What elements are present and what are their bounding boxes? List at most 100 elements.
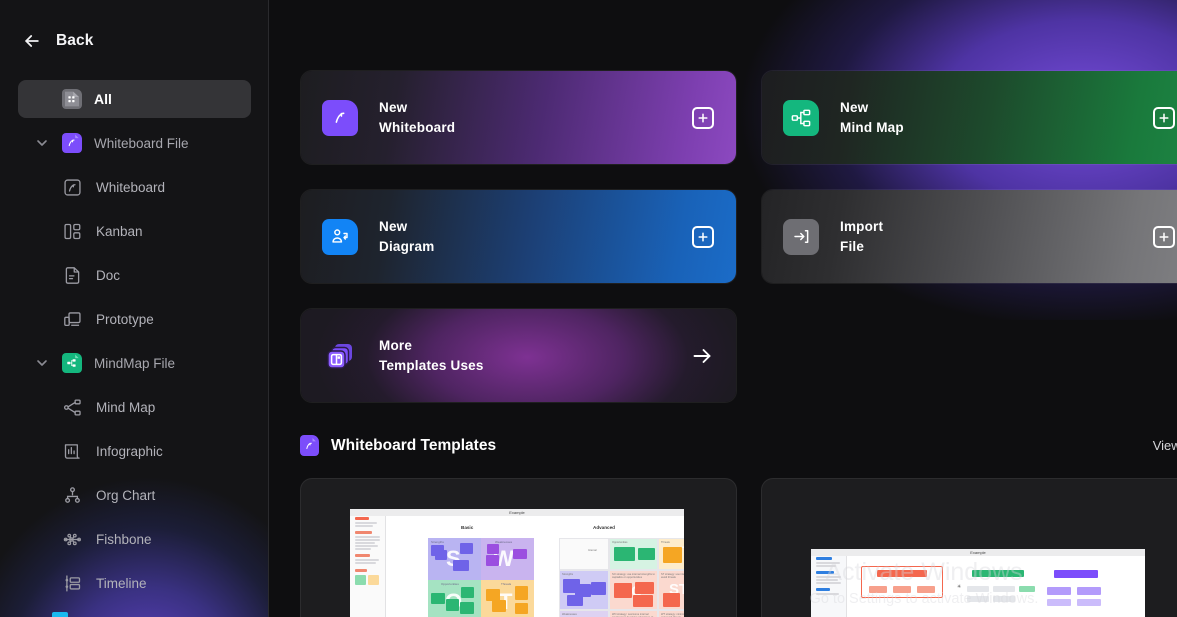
adv-cell-header: Opportunities: [612, 540, 628, 544]
mini-title-bar: [355, 569, 367, 572]
page-title: Whiteboard Templates: [331, 436, 497, 454]
orgchart-mini-preview: Example ✳: [811, 549, 1145, 617]
import-file-card[interactable]: Import File: [761, 189, 1177, 284]
adv-cell-header: ST strategy: use internal strengths to a…: [661, 572, 684, 579]
sidebar-item-doc[interactable]: Doc: [18, 256, 251, 294]
mini-note: [513, 549, 527, 559]
kanban-icon: [62, 221, 83, 242]
more-templates-card[interactable]: More Templates Uses: [300, 308, 737, 403]
mini-note: [663, 547, 682, 563]
back-button[interactable]: Back: [0, 20, 269, 61]
plus-icon[interactable]: [1153, 225, 1175, 248]
mini-node: [972, 570, 1024, 577]
adv-cell-wt: WT strategy: minimize weaknesses and avo…: [658, 610, 684, 617]
mini-group-box: [861, 566, 943, 598]
mini-note: [431, 593, 445, 604]
view-all-link[interactable]: View All: [1153, 438, 1177, 453]
more-templates-line2: Templates Uses: [379, 358, 484, 373]
mini-line: [355, 536, 380, 538]
sidebar-bottom-indicator: [52, 612, 68, 617]
mini-line: [816, 576, 841, 578]
mini-note: [453, 560, 469, 571]
back-label: Back: [56, 31, 94, 49]
mini-note: [486, 555, 499, 566]
sidebar-item-fishbone[interactable]: Fishbone: [18, 520, 251, 558]
mini-line: [355, 542, 375, 544]
mindmap-file-icon: [62, 353, 82, 373]
mini-note: [591, 582, 606, 595]
mini-note: [460, 543, 473, 554]
plus-icon[interactable]: [692, 106, 714, 129]
mini-title-bar: [355, 517, 369, 520]
mini-topbar-title: Example: [970, 550, 986, 555]
sidebar-group-mindmap-file[interactable]: MindMap File: [18, 344, 251, 382]
app-root: Back All Whiteboard File Whiteboard Kanb…: [0, 0, 1177, 617]
adv-cell-weaknesses: Weaknesses W: [559, 610, 609, 617]
new-mind-map-card[interactable]: New Mind Map: [761, 70, 1177, 165]
mini-note: [515, 586, 528, 600]
sidebar-item-infographic[interactable]: Infographic: [18, 432, 251, 470]
mini-note: [446, 599, 459, 611]
adv-cell-header: Strengths: [562, 572, 574, 576]
mini-topbar: Example: [350, 509, 684, 516]
sidebar-item-fishbone-label: Fishbone: [96, 531, 152, 547]
new-whiteboard-line2: Whiteboard: [379, 120, 456, 135]
sidebar-item-mind-map[interactable]: Mind Map: [18, 388, 251, 426]
mini-line: [355, 525, 373, 527]
quadrant-title: Threats: [501, 582, 512, 586]
mini-line: [816, 565, 836, 567]
sidebar-item-infographic-label: Infographic: [96, 443, 163, 459]
plus-icon[interactable]: [692, 225, 714, 248]
template-card-swot[interactable]: Example Basic Advanced Strengths S Weakn…: [300, 478, 737, 617]
sidebar-group-mindmap-file-label: MindMap File: [94, 355, 176, 371]
mini-note: [635, 582, 654, 594]
doc-icon: [62, 265, 83, 286]
sidebar-item-kanban-label: Kanban: [96, 223, 143, 239]
sidebar-item-timeline[interactable]: Timeline: [18, 564, 251, 602]
new-mind-map-line2: Mind Map: [840, 120, 904, 135]
sidebar-item-org-chart[interactable]: Org Chart: [18, 476, 251, 514]
new-mind-map-line1: New: [840, 100, 869, 115]
sidebar-item-whiteboard[interactable]: Whiteboard: [18, 168, 251, 206]
adv-cell-threats: Threats T: [658, 538, 684, 570]
whiteboard-icon: [62, 177, 83, 198]
import-file-text: Import File: [840, 218, 883, 255]
whiteboard-file-icon: [62, 133, 82, 153]
adv-cell-so: SO strategy: use internal strengths to c…: [609, 570, 658, 610]
mini-body: Basic Advanced Strengths S Weaknesses W …: [386, 516, 684, 617]
mini-node: [1054, 570, 1098, 578]
sidebar-item-kanban[interactable]: Kanban: [18, 212, 251, 250]
mindmap-icon: [783, 99, 819, 136]
sidebar-group-whiteboard-file[interactable]: Whiteboard File: [18, 124, 251, 162]
template-card-org-chart[interactable]: Example ✳: [761, 478, 1177, 617]
mini-note: [614, 583, 632, 598]
adv-cell-strengths: Strengths: [559, 570, 609, 610]
sidebar-item-prototype[interactable]: Prototype: [18, 300, 251, 338]
new-whiteboard-text: New Whiteboard: [379, 99, 455, 136]
main-scroll-area: New Whiteboard New Mind Map New Diagram …: [269, 70, 1177, 617]
quadrant-threats: Threats T: [481, 580, 534, 617]
sidebar-item-org-chart-label: Org Chart: [96, 487, 156, 503]
more-templates-text: More Templates Uses: [379, 337, 484, 374]
import-file-line2: File: [840, 239, 865, 254]
sidebar-item-all[interactable]: All: [18, 80, 251, 118]
mini-column-advanced: Advanced: [593, 525, 615, 530]
sidebar-item-timeline-label: Timeline: [96, 575, 147, 591]
new-whiteboard-card[interactable]: New Whiteboard: [300, 70, 737, 165]
arrow-left-icon: [22, 31, 42, 51]
mini-note: [435, 550, 447, 560]
new-diagram-card[interactable]: New Diagram: [300, 189, 737, 284]
swot-mini-preview: Example Basic Advanced Strengths S Weakn…: [350, 509, 684, 617]
mini-note: [515, 603, 528, 614]
mini-title-bar: [816, 571, 834, 574]
mini-title-bar: [355, 554, 370, 557]
whiteboard-templates-section-header: Whiteboard Templates View All: [300, 435, 1177, 456]
new-diagram-line1: New: [379, 219, 408, 234]
quadrant-title: Opportunities: [441, 582, 459, 586]
plus-icon[interactable]: [1153, 106, 1175, 129]
adv-cell-label: Internal: [588, 549, 597, 552]
whiteboard-icon: [322, 99, 358, 136]
adv-cell-header: SO strategy: use internal strengths to c…: [612, 572, 655, 579]
arrow-right-icon[interactable]: [690, 344, 714, 368]
fishbone-icon: [62, 529, 83, 550]
